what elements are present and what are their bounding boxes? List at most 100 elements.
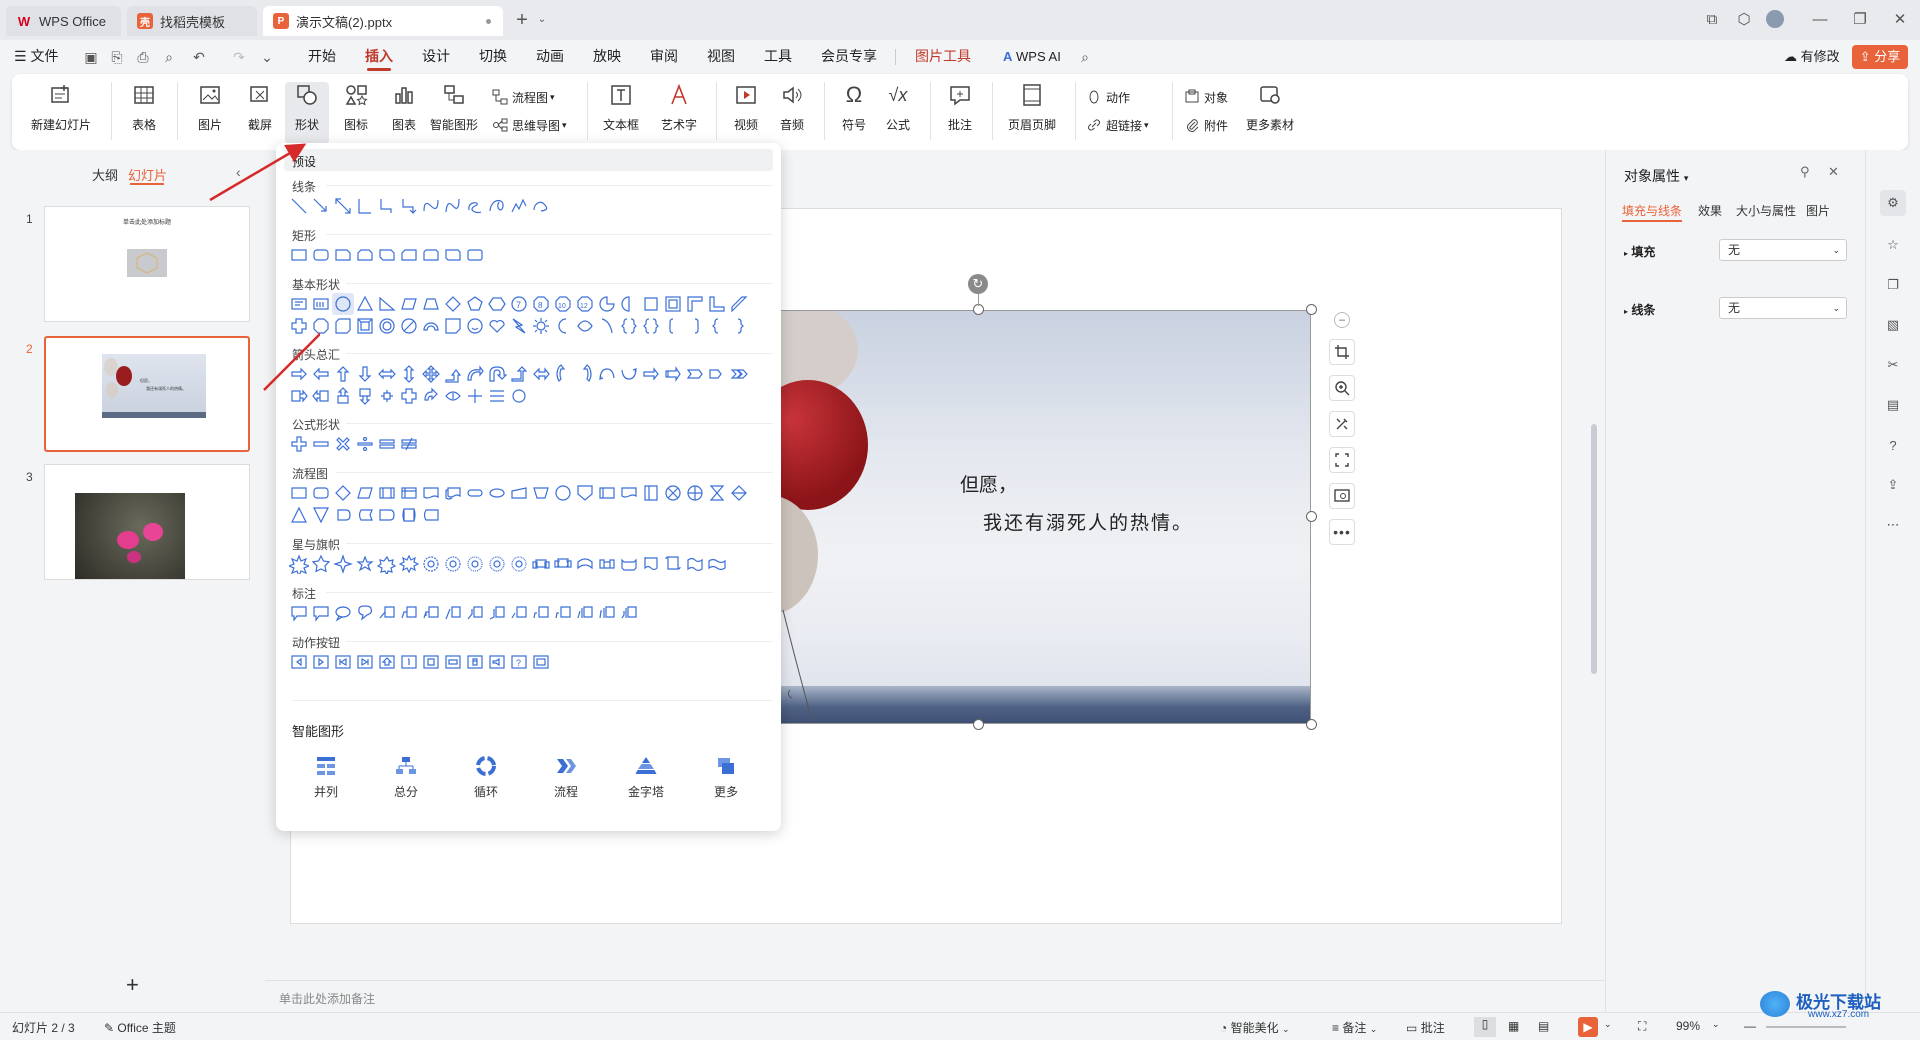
- flow-shape-option[interactable]: [288, 504, 310, 526]
- basic-shape-option[interactable]: [596, 315, 618, 337]
- flow-shape-option[interactable]: [288, 482, 310, 504]
- zoom-slider[interactable]: [1766, 1026, 1846, 1028]
- beautify-button[interactable]: ◔ 智能美化 ⌄: [1220, 1019, 1290, 1036]
- smart-hierarchy[interactable]: 总分: [376, 755, 436, 800]
- crop-icon[interactable]: [1329, 339, 1355, 365]
- callout-shape-option[interactable]: [398, 602, 420, 624]
- menu-design[interactable]: 设计: [422, 40, 450, 73]
- preview-icon[interactable]: ⌕: [160, 48, 178, 66]
- textbox-button[interactable]: 文本框: [596, 82, 646, 144]
- action-shape-option[interactable]: ?: [508, 651, 530, 673]
- arrows-shape-option[interactable]: [552, 363, 574, 385]
- basic-shape-option[interactable]: [376, 293, 398, 315]
- basic-shape-option[interactable]: [728, 293, 750, 315]
- symbol-button[interactable]: Ω 符号: [834, 82, 874, 144]
- tab-picture[interactable]: 图片: [1806, 202, 1830, 219]
- menu-picture-tools[interactable]: 图片工具: [915, 40, 971, 73]
- tab-presentation[interactable]: P 演示文稿(2).pptx: [263, 6, 503, 36]
- arrows-shape-option[interactable]: [464, 363, 486, 385]
- stars-shape-option[interactable]: [310, 553, 332, 575]
- lines-shape-option[interactable]: [420, 195, 442, 217]
- line-select[interactable]: 无 ⌄: [1719, 297, 1847, 319]
- arrows-shape-option[interactable]: [354, 385, 376, 407]
- action-shape-option[interactable]: [376, 651, 398, 673]
- avatar[interactable]: [1766, 10, 1786, 30]
- tab-outline[interactable]: 大纲: [92, 165, 118, 184]
- arrows-shape-option[interactable]: [398, 385, 420, 407]
- arrows-shape-option[interactable]: [332, 363, 354, 385]
- basic-shape-option[interactable]: [640, 293, 662, 315]
- basic-shape-option[interactable]: [706, 315, 728, 337]
- undo-icon[interactable]: ↶: [190, 48, 208, 66]
- flow-shape-option[interactable]: [618, 482, 640, 504]
- video-button[interactable]: 视频: [726, 82, 766, 144]
- callout-shape-option[interactable]: [464, 602, 486, 624]
- arrows-shape-option[interactable]: [596, 363, 618, 385]
- basic-shape-option[interactable]: [574, 315, 596, 337]
- flow-shape-option[interactable]: [640, 482, 662, 504]
- image-edit-icon[interactable]: ▧: [1880, 312, 1906, 338]
- flow-shape-option[interactable]: [310, 504, 332, 526]
- basic-shape-option[interactable]: [464, 315, 486, 337]
- smart-process[interactable]: 流程: [536, 755, 596, 800]
- resize-handle-bottom-right[interactable]: [1306, 719, 1317, 730]
- action-shape-option[interactable]: [354, 651, 376, 673]
- stars-shape-option[interactable]: [618, 553, 640, 575]
- tab-slides[interactable]: 幻灯片: [128, 165, 167, 184]
- basic-shape-option[interactable]: [684, 315, 706, 337]
- mindmap-button[interactable]: 思维导图 ▾: [492, 114, 567, 136]
- more-material-button[interactable]: 更多素材: [1240, 82, 1300, 144]
- stars-shape-option[interactable]: [464, 553, 486, 575]
- pin-icon[interactable]: ⚲: [1800, 164, 1810, 180]
- stars-shape-option[interactable]: [596, 553, 618, 575]
- basic-shape-option[interactable]: [398, 293, 420, 315]
- flow-shape-option[interactable]: [332, 504, 354, 526]
- arrows-shape-option[interactable]: [442, 363, 464, 385]
- arrows-shape-option[interactable]: [706, 363, 728, 385]
- image-search-icon[interactable]: [1329, 483, 1355, 509]
- menu-start[interactable]: 开始: [308, 40, 336, 73]
- stars-shape-option[interactable]: [706, 553, 728, 575]
- stars-shape-option[interactable]: [354, 553, 376, 575]
- action-shape-option[interactable]: [310, 651, 332, 673]
- basic-shape-option[interactable]: [728, 315, 750, 337]
- eq-shape-option[interactable]: [288, 433, 310, 455]
- lines-shape-option[interactable]: [398, 195, 420, 217]
- zoom-chevron-icon[interactable]: ⌄: [1712, 1019, 1720, 1030]
- file-menu[interactable]: ☰ 文件: [14, 40, 58, 73]
- arrows-shape-option[interactable]: [486, 385, 508, 407]
- smart-pyramid[interactable]: 金字塔: [616, 755, 676, 800]
- icon-button[interactable]: 图标: [338, 82, 374, 144]
- print-icon[interactable]: ⎙: [134, 48, 152, 66]
- tab-template[interactable]: 壳 找稻壳模板: [127, 6, 257, 36]
- screenshot-button[interactable]: 截屏: [238, 82, 282, 144]
- stars-shape-option[interactable]: [508, 553, 530, 575]
- flow-shape-option[interactable]: [354, 482, 376, 504]
- arrows-shape-option[interactable]: [332, 385, 354, 407]
- action-shape-option[interactable]: [420, 651, 442, 673]
- basic-shape-option[interactable]: [354, 315, 376, 337]
- eq-shape-option[interactable]: [398, 433, 420, 455]
- flow-shape-option[interactable]: [684, 482, 706, 504]
- menu-view[interactable]: 视图: [707, 40, 735, 73]
- basic-shape-option[interactable]: [354, 293, 376, 315]
- flow-shape-option[interactable]: [662, 482, 684, 504]
- shape-button[interactable]: 形状: [285, 82, 329, 144]
- star-icon[interactable]: ☆: [1880, 232, 1906, 258]
- stars-shape-option[interactable]: [662, 553, 684, 575]
- action-shape-option[interactable]: [442, 651, 464, 673]
- action-shape-option[interactable]: [398, 651, 420, 673]
- lines-shape-option[interactable]: [464, 195, 486, 217]
- menu-slideshow[interactable]: 放映: [593, 40, 621, 73]
- flow-shape-option[interactable]: [310, 482, 332, 504]
- flow-shape-option[interactable]: [464, 482, 486, 504]
- flow-shape-option[interactable]: [486, 482, 508, 504]
- stars-shape-option[interactable]: [376, 553, 398, 575]
- more-options-icon[interactable]: •••: [1329, 519, 1355, 545]
- chart-button[interactable]: 图表: [386, 82, 422, 144]
- callout-shape-option[interactable]: [420, 602, 442, 624]
- eq-shape-option[interactable]: [354, 433, 376, 455]
- callout-shape-option[interactable]: [310, 602, 332, 624]
- basic-shape-option[interactable]: [442, 315, 464, 337]
- flow-shape-option[interactable]: [420, 482, 442, 504]
